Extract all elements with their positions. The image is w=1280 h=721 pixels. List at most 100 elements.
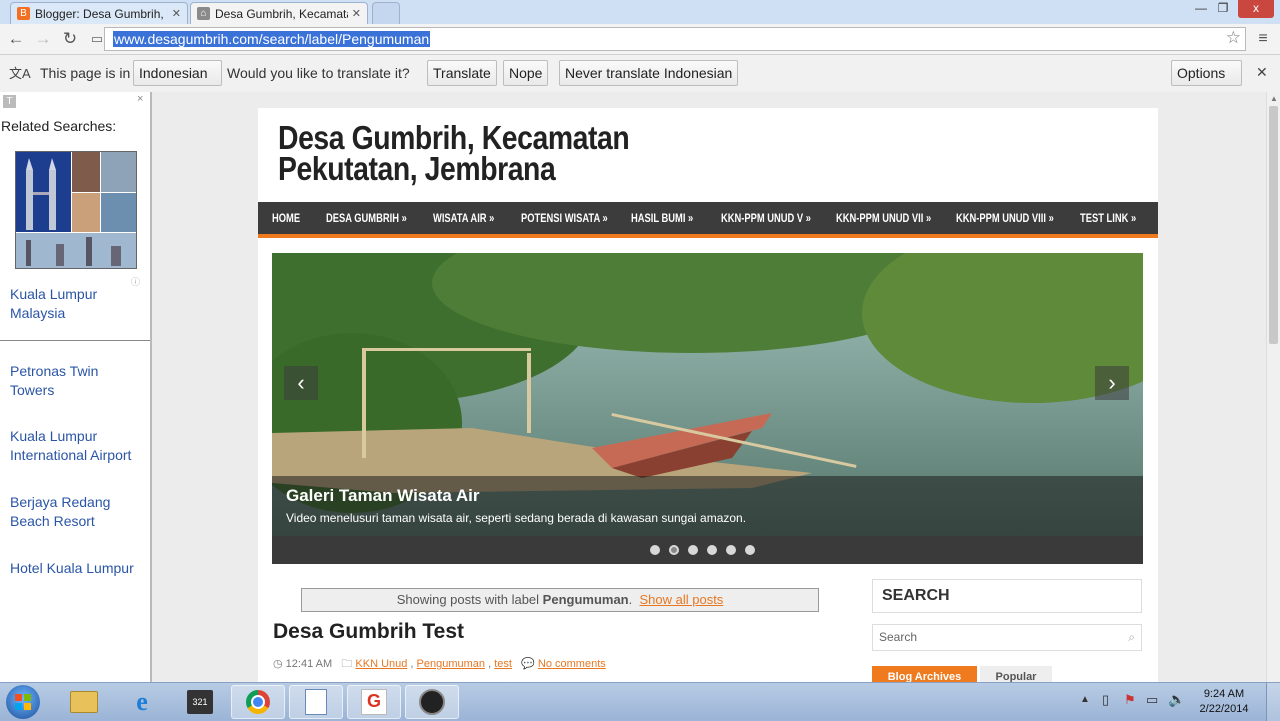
chrome-icon	[246, 690, 270, 714]
slider-dot[interactable]	[745, 545, 755, 555]
slider-next-button[interactable]: ›	[1095, 366, 1129, 400]
translate-prefix: This page is in	[40, 65, 131, 81]
tab-desa-gumbrih[interactable]: ⌂ Desa Gumbrih, Kecamatan ✕	[190, 2, 368, 24]
related-link[interactable]: Berjaya Redang Beach Resort	[10, 493, 146, 531]
browser-toolbar: ← → ↻ ▭ www.desagumbrih.com/search/label…	[0, 24, 1280, 55]
media-taskbar-button[interactable]: 321	[173, 685, 227, 719]
slider-dot-active[interactable]	[669, 545, 679, 555]
post-title[interactable]: Desa Gumbrih Test	[273, 620, 464, 644]
media-player-icon: 321	[187, 690, 213, 714]
obs-taskbar-button[interactable]	[405, 685, 459, 719]
close-icon[interactable]: ×	[137, 93, 143, 105]
search-icon[interactable]: ⌕	[1128, 625, 1135, 650]
flag-icon[interactable]: ⚑	[1124, 692, 1136, 708]
folder-icon: 🗀	[341, 658, 353, 670]
restore-button[interactable]: ❐	[1210, 0, 1236, 18]
star-icon[interactable]: ☆	[1226, 28, 1241, 48]
network-icon[interactable]: ▭	[1146, 692, 1158, 708]
tray-expand-icon[interactable]: ▲	[1080, 694, 1090, 705]
image-slider[interactable]: ‹ › Galeri Taman Wisata Air Video menelu…	[272, 253, 1143, 564]
related-link[interactable]: Petronas Twin Towers	[10, 362, 146, 400]
translate-bar: 文A This page is in Indonesian ▼ Would yo…	[0, 55, 1280, 106]
app-taskbar-button[interactable]: G	[347, 685, 401, 719]
comments-link[interactable]: No comments	[538, 658, 606, 670]
obs-icon	[419, 689, 445, 715]
nav-home[interactable]: HOME	[272, 211, 300, 225]
new-tab-button[interactable]	[372, 2, 400, 24]
nope-button[interactable]: Nope	[503, 60, 549, 86]
post-label-link[interactable]: KKN Unud	[355, 658, 407, 670]
slider-dot[interactable]	[707, 545, 717, 555]
main-nav: HOME DESA GUMBRIH » WISATA AIR » POTENSI…	[258, 202, 1158, 238]
app-icon: G	[361, 689, 387, 715]
document-taskbar-button[interactable]	[289, 685, 343, 719]
nav-hasil-bumi[interactable]: HASIL BUMI »	[631, 211, 693, 225]
slider-dot[interactable]	[688, 545, 698, 555]
menu-icon[interactable]: ≡	[1252, 28, 1274, 50]
never-translate-button[interactable]: Never translate Indonesian	[559, 60, 739, 86]
label-filter-notice: Showing posts with label Pengumuman. Sho…	[301, 588, 819, 612]
scroll-up-icon[interactable]: ▲	[1270, 94, 1278, 103]
nav-wisata-air[interactable]: WISATA AIR »	[433, 211, 494, 225]
tab-strip: B Blogger: Desa Gumbrih, K ✕ ⌂ Desa Gumb…	[0, 0, 1280, 24]
slide-title[interactable]: Galeri Taman Wisata Air	[286, 486, 480, 506]
slider-dot[interactable]	[650, 545, 660, 555]
window-close-button[interactable]: x	[1238, 0, 1274, 18]
slider-prev-button[interactable]: ‹	[284, 366, 318, 400]
chrome-taskbar-button[interactable]	[231, 685, 285, 719]
slider-dot[interactable]	[726, 545, 736, 555]
site-icon: ⌂	[197, 7, 210, 20]
forward-icon[interactable]: →	[32, 28, 54, 50]
related-link[interactable]: Kuala Lumpur International Airport	[10, 427, 146, 465]
start-button[interactable]	[6, 685, 40, 719]
address-bar[interactable]: www.desagumbrih.com/search/label/Pengumu…	[104, 27, 1246, 51]
system-clock[interactable]: 9:24 AM 2/22/2014	[1194, 687, 1254, 717]
search-input[interactable]: Search ⌕	[872, 624, 1142, 651]
post-label-link[interactable]: Pengumuman	[417, 658, 486, 670]
tab-popular[interactable]: Popular	[980, 666, 1052, 683]
kuala-lumpur-collage-image	[16, 152, 136, 268]
page-scrollbar[interactable]: ▲	[1266, 92, 1280, 682]
show-all-posts-link[interactable]: Show all posts	[639, 592, 723, 607]
ie-taskbar-button[interactable]: e	[115, 685, 169, 719]
clock-icon: ◷	[273, 658, 283, 670]
blog-page: Desa Gumbrih, Kecamatan Pekutatan, Jembr…	[258, 108, 1158, 683]
post-time: 12:41 AM	[285, 658, 333, 670]
related-link[interactable]: Hotel Kuala Lumpur	[10, 559, 146, 578]
close-icon[interactable]: ✕	[1256, 64, 1268, 81]
translate-button[interactable]: Translate	[427, 60, 497, 86]
nav-kkn-vii[interactable]: KKN-PPM UNUD VII »	[836, 211, 931, 225]
related-searches-heading: Related Searches:	[1, 118, 117, 134]
show-desktop-button[interactable]	[1266, 683, 1280, 721]
windows-taskbar: e 321 G ▲ ▯ ⚑ ▭ 🔈 9:24 AM 2/22/2014	[0, 682, 1280, 721]
close-icon[interactable]: ✕	[172, 7, 181, 20]
nav-test-link[interactable]: TEST LINK »	[1080, 211, 1136, 225]
options-label: Options	[1177, 65, 1226, 81]
language-select-value: Indonesian	[139, 65, 208, 81]
post-label-link[interactable]: test	[494, 658, 512, 670]
slide-caption: Galeri Taman Wisata Air Video menelusuri…	[272, 476, 1143, 536]
search-widget-heading: SEARCH	[872, 579, 1142, 613]
nav-potensi-wisata[interactable]: POTENSI WISATA »	[521, 211, 608, 225]
scrollbar-thumb[interactable]	[1269, 106, 1278, 344]
battery-icon[interactable]: ▯	[1102, 692, 1109, 708]
close-icon[interactable]: ✕	[352, 7, 361, 20]
related-searches-panel: T × Related Searches: ⓘ Kuala Lumpur Mal…	[0, 92, 152, 682]
language-select[interactable]: Indonesian ▼	[133, 60, 222, 106]
site-title-line: Desa Gumbrih, Kecamatan	[278, 119, 630, 156]
translate-question: Would you like to translate it?	[227, 65, 410, 81]
nav-kkn-viii[interactable]: KKN-PPM UNUD VIII »	[956, 211, 1054, 225]
tab-blogger[interactable]: B Blogger: Desa Gumbrih, K ✕	[10, 2, 188, 24]
related-link[interactable]: Kuala Lumpur Malaysia	[10, 285, 146, 323]
reload-icon[interactable]: ↻	[59, 28, 81, 50]
nav-kkn-v[interactable]: KKN-PPM UNUD V »	[721, 211, 811, 225]
explorer-taskbar-button[interactable]	[57, 685, 111, 719]
nav-desa-gumbrih[interactable]: DESA GUMBRIH »	[326, 211, 407, 225]
tab-blog-archives[interactable]: Blog Archives	[872, 666, 977, 683]
options-button[interactable]: Options ▼	[1171, 60, 1242, 106]
back-icon[interactable]: ←	[5, 28, 27, 50]
related-image[interactable]	[15, 151, 137, 269]
url-text[interactable]: www.desagumbrih.com/search/label/Pengumu…	[113, 31, 431, 47]
site-title[interactable]: Desa Gumbrih, Kecamatan Pekutatan, Jembr…	[278, 119, 656, 185]
volume-icon[interactable]: 🔈	[1168, 691, 1185, 708]
